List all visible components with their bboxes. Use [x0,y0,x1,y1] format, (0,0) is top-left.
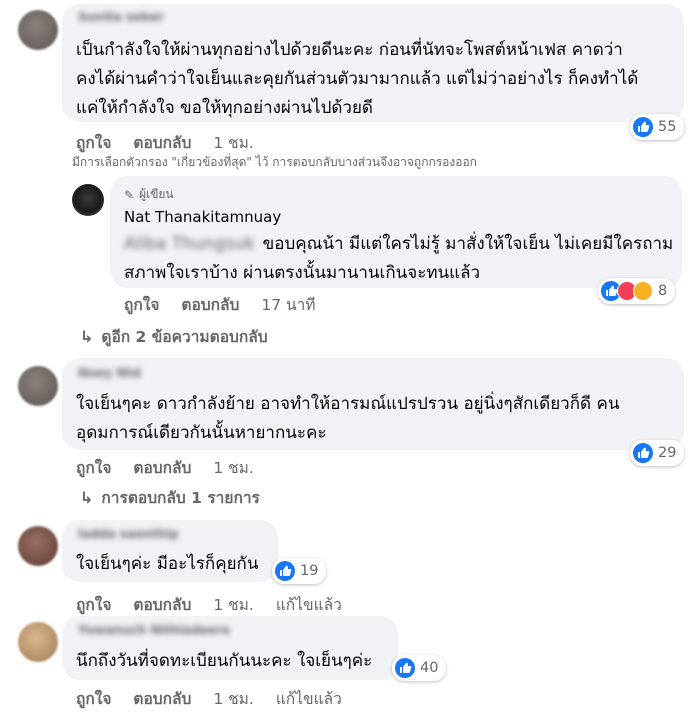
reply-arrow-icon: ↳ [80,488,94,507]
reaction-count[interactable]: 19 [272,558,327,584]
reaction-number: 29 [658,445,677,461]
mention-tag[interactable]: Aliba Thungsuk [124,230,255,259]
reaction-number: 8 [658,283,668,299]
like-button[interactable]: ถูกใจ [76,686,111,711]
timestamp[interactable]: 1 ชม. [213,686,253,711]
comment-text-line: เป็นกำลังใจให้ผ่านทุกอย่างไปด้วยดีนะคะ ก… [76,40,623,60]
reply-text-line: Aliba Thungsuk ขอบคุณน้า มีแต่ใครไม่รู้ ม… [124,230,673,259]
comment-bubble: ladda saenthip ใจเย็นๆค่ะ มีอะไรก็คุยกัน [62,520,278,582]
view-more-label[interactable]: ดูอีก 2 ข้อความตอบกลับ [101,324,267,349]
timestamp[interactable]: 1 ชม. [213,130,253,155]
view-replies[interactable]: ↳ การตอบกลับ 1 รายการ [80,485,260,510]
comment-bubble: Noey Ntd ใจเย็นๆคะ ดาวกำลังย้าย อาจทำให้… [62,358,684,450]
comment-text-line: อุดมการณ์เดียวกันนั้นหายากนะคะ [76,423,327,443]
comment-text-line: นึกถึงวันที่จดทะเบียนกันนะคะ ใจเย็นๆค่ะ [76,651,373,671]
author-badge: ✎ ผู้เขียน [124,185,174,204]
reply-arrow-icon: ↳ [80,327,94,346]
comment-actions: ถูกใจ ตอบกลับ 1 ชม. [76,455,254,480]
reply-actions: ถูกใจ ตอบกลับ 17 นาที [124,292,316,317]
comment-text-line: แค่ให้กำลังใจ ขอให้ทุกอย่างผ่านไปด้วยดี [76,98,373,118]
reply-text-line: สภาพใจเราบ้าง ผ่านตรงนั้นมานานเกินจะทนแล… [124,263,481,283]
reaction-count[interactable]: 55 [630,114,685,140]
comment-author[interactable]: Sunita seber [78,10,164,24]
like-icon [275,561,295,581]
sad-icon [633,281,653,301]
reaction-number: 55 [658,119,677,135]
reply-button[interactable]: ตอบกลับ [133,592,191,617]
reply-button[interactable]: ตอบกลับ [133,130,191,155]
comment-text-line: ใจเย็นๆค่ะ มีอะไรก็คุยกัน [76,554,259,574]
pencil-icon: ✎ [124,187,135,202]
author-avatar[interactable] [72,184,104,216]
comment-author[interactable]: Yuwanuch Nithiadeera [78,623,230,637]
like-button[interactable]: ถูกใจ [76,592,111,617]
reaction-number: 19 [300,563,319,579]
comment-text-line: ใจเย็นๆคะ ดาวกำลังย้าย อาจทำให้อารมณ์แปร… [76,394,620,414]
author-badge-label: ผู้เขียน [139,187,174,201]
edited-label[interactable]: แก้ไขแล้ว [276,592,342,617]
like-icon [633,117,653,137]
like-icon [633,443,653,463]
comment-actions: ถูกใจ ตอบกลับ 1 ชม. แก้ไขแล้ว [76,686,342,711]
comment-text-line: คงได้ผ่านคำว่าใจเย็นและคุยกันส่วนตัวมามา… [76,69,639,89]
comment-actions: ถูกใจ ตอบกลับ 1 ชม. แก้ไขแล้ว [76,592,342,617]
filter-note: มีการเลือกตัวกรอง "เกี่ยวข้องที่สุด" ไว้… [72,155,477,169]
comment-bubble: Sunita seber เป็นกำลังใจให้ผ่านทุกอย่างไ… [62,4,684,122]
view-more-replies[interactable]: ↳ ดูอีก 2 ข้อความตอบกลับ [80,324,268,349]
comment-author[interactable]: Noey Ntd [78,366,141,380]
reply-bubble: ✎ ผู้เขียน Nat Thanakitamnuay Aliba Thun… [110,176,682,288]
avatar[interactable] [18,622,58,662]
reaction-count[interactable]: 40 [392,655,447,681]
like-icon [395,658,415,678]
avatar[interactable] [18,10,58,50]
comment-bubble: Yuwanuch Nithiadeera นึกถึงวันที่จดทะเบี… [62,616,398,680]
timestamp[interactable]: 1 ชม. [213,592,253,617]
timestamp[interactable]: 1 ชม. [213,455,253,480]
reply-button[interactable]: ตอบกลับ [133,686,191,711]
timestamp[interactable]: 17 นาที [261,292,315,317]
comment-actions: ถูกใจ ตอบกลับ 1 ชม. [76,130,254,155]
reaction-count[interactable]: 8 [598,278,676,304]
reply-author[interactable]: Nat Thanakitamnuay [124,208,281,226]
reply-count-label[interactable]: การตอบกลับ 1 รายการ [101,485,259,510]
reply-text: ขอบคุณน้า มีแต่ใครไม่รู้ มาสั่งให้ใจเย็น… [262,234,674,254]
comment-author[interactable]: ladda saenthip [78,527,179,541]
avatar[interactable] [18,526,58,566]
reaction-number: 40 [420,660,439,676]
like-button[interactable]: ถูกใจ [124,292,159,317]
reply-button[interactable]: ตอบกลับ [133,455,191,480]
like-button[interactable]: ถูกใจ [76,130,111,155]
avatar[interactable] [18,366,58,406]
reaction-count[interactable]: 29 [630,440,685,466]
like-button[interactable]: ถูกใจ [76,455,111,480]
edited-label[interactable]: แก้ไขแล้ว [276,686,342,711]
reply-button[interactable]: ตอบกลับ [181,292,239,317]
